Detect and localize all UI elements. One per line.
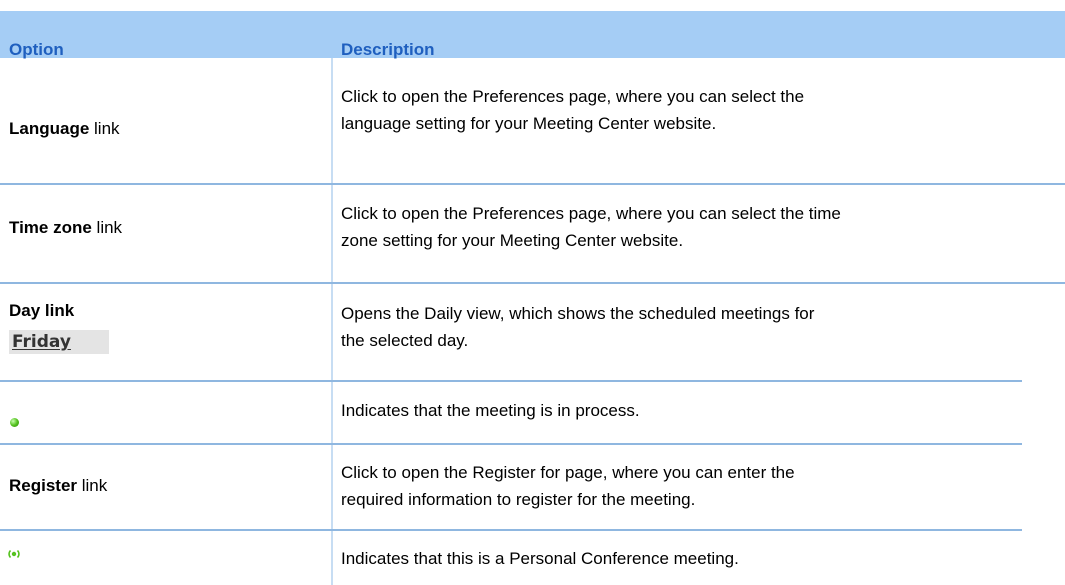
option-time-zone-name: Time zone [9,218,92,237]
description-line: the selected day. [341,331,469,350]
header-option: Option [9,40,64,59]
description-line: required information to register for the… [341,490,696,509]
description-line: Click to open the Preferences page, wher… [341,87,805,106]
description-time-zone: Click to open the Preferences page, wher… [341,200,1053,254]
day-link-friday-button[interactable]: Friday [9,330,109,354]
description-line: Indicates that this is a Personal Confer… [341,549,739,568]
option-register: Register link [9,475,107,497]
table-header: Option Description [0,11,1065,59]
row-divider [0,380,1022,382]
column-divider [331,444,333,530]
description-register: Click to open the Register for page, whe… [341,459,1053,513]
in-process-dot-icon [10,418,19,427]
option-language-name: Language [9,119,90,138]
conference-icon-wave-left [8,549,12,559]
description-in-process: Indicates that the meeting is in process… [341,397,1053,424]
description-line: Indicates that the meeting is in process… [341,401,640,420]
options-table: Option Description Language link Click t… [0,0,1065,585]
description-line: Click to open the Register for page, whe… [341,463,795,482]
column-divider [331,530,333,585]
column-divider [331,381,333,444]
description-personal-conference: Indicates that this is a Personal Confer… [341,545,1053,572]
option-time-zone: Time zone link [9,217,122,239]
description-line: Opens the Daily view, which shows the sc… [341,304,815,323]
row-divider [0,282,1065,284]
option-language: Language link [9,118,120,140]
personal-conference-icon [8,549,20,559]
option-day-link-name: Day link [9,301,75,320]
row-divider [0,529,1022,531]
description-line: zone setting for your Meeting Center web… [341,231,684,250]
column-divider [331,184,333,282]
description-line: Click to open the Preferences page, wher… [341,204,841,223]
row-divider [0,443,1022,445]
column-divider [331,58,333,184]
column-divider [331,283,333,381]
option-day-link: Day link [9,300,74,322]
description-language: Click to open the Preferences page, wher… [341,83,1053,137]
option-register-name: Register [9,476,78,495]
row-divider [0,183,1065,185]
option-time-zone-suffix: link [91,218,123,237]
conference-icon-wave-right [16,549,20,559]
description-day-link: Opens the Daily view, which shows the sc… [341,300,1053,354]
option-language-suffix: link [89,119,120,138]
conference-icon-center [11,551,17,557]
description-line: language setting for your Meeting Center… [341,114,717,133]
header-description: Description [341,40,435,59]
option-register-suffix: link [77,476,108,495]
